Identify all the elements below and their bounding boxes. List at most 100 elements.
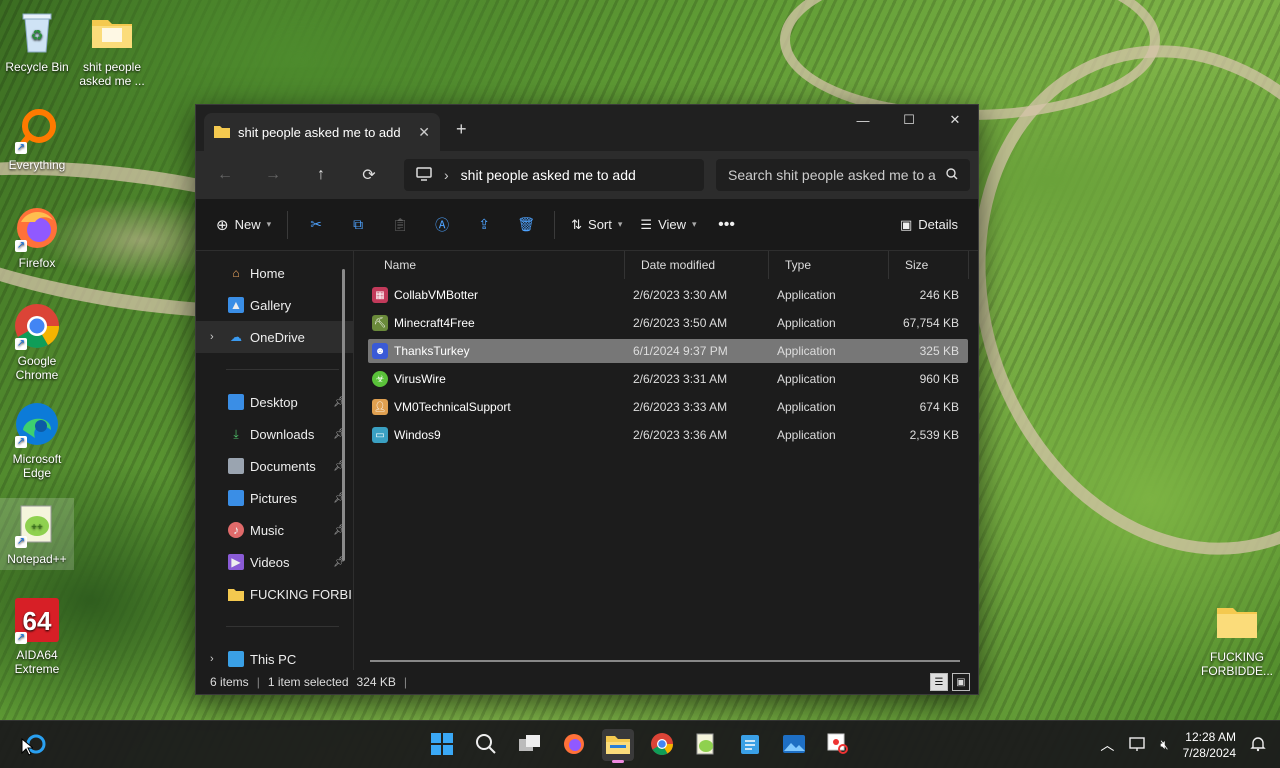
sidebar-item-pictures[interactable]: Pictures 📌︎ xyxy=(196,482,353,514)
task-view-button[interactable] xyxy=(514,729,546,761)
share-button[interactable]: ⇪ xyxy=(464,209,504,241)
toolbar-divider xyxy=(287,210,289,239)
chevron-right-icon[interactable]: › xyxy=(210,653,222,665)
more-options-button[interactable]: ••• xyxy=(707,209,747,241)
desktop-icon-chrome[interactable]: ↗ Google Chrome xyxy=(0,302,74,382)
tab-title: shit people asked me to add xyxy=(238,124,401,140)
svg-text:64: 64 xyxy=(23,606,52,636)
folder-icon xyxy=(1213,598,1261,646)
column-size[interactable]: Size xyxy=(889,250,969,279)
rename-button[interactable]: Ⓐ xyxy=(422,209,462,241)
details-view-button[interactable]: ☰ xyxy=(930,673,948,691)
status-bar: 6 items | 1 item selected 324 KB | ☰ ▣ xyxy=(196,670,978,694)
sidebar-item-downloads[interactable]: ⤓ Downloads 📌︎ xyxy=(196,418,353,450)
back-button[interactable]: ← xyxy=(204,159,246,191)
address-bar[interactable]: › shit people asked me to add xyxy=(404,159,704,191)
search-button[interactable] xyxy=(470,729,502,761)
notepad-plus-plus-icon xyxy=(695,732,717,759)
document-icon xyxy=(228,458,244,474)
minimize-button[interactable]: — xyxy=(840,105,886,135)
close-tab-icon[interactable]: ✕ xyxy=(418,124,430,141)
music-icon: ♪ xyxy=(228,522,244,538)
sidebar-item-gallery[interactable]: ▲ Gallery xyxy=(196,289,353,321)
search-input[interactable]: Search shit people asked me to a xyxy=(716,159,970,191)
close-button[interactable]: ✕ xyxy=(932,105,978,135)
sidebar-scrollbar[interactable] xyxy=(342,269,345,561)
taskbar: ︿ 🔇︎ 12:28 AM 7/28/2024 xyxy=(0,720,1280,768)
column-date-modified[interactable]: Date modified xyxy=(625,250,769,279)
table-row[interactable]: ▦ CollabVMBotter 2/6/2023 3:30 AM Applica… xyxy=(368,283,968,307)
item-count: 6 items xyxy=(210,675,249,689)
taskbar-firefox[interactable] xyxy=(558,729,590,761)
search-icon xyxy=(475,733,497,758)
up-button[interactable]: ↑ xyxy=(300,159,342,191)
desktop-icon-firefox[interactable]: ↗ Firefox xyxy=(0,204,74,270)
desktop-icon-aida64[interactable]: 64 ↗ AIDA64 Extreme xyxy=(0,596,74,676)
taskbar-chrome[interactable] xyxy=(646,729,678,761)
column-headers: Name Date modified Type Size xyxy=(368,250,978,279)
selection-count: 1 item selected xyxy=(267,675,349,689)
new-tab-button[interactable]: + xyxy=(456,119,467,140)
desktop-icon-edge[interactable]: ↗ Microsoft Edge xyxy=(0,400,74,480)
sidebar-divider xyxy=(226,626,339,627)
desktop-icon-notepadpp[interactable]: ++ ↗ Notepad++ xyxy=(0,498,74,570)
network-icon[interactable] xyxy=(1128,736,1146,755)
sidebar-item-home[interactable]: ⌂ Home xyxy=(196,257,353,289)
taskbar-photos[interactable] xyxy=(778,729,810,761)
table-row[interactable]: 👤︎ VM0TechnicalSupport 2/6/2023 3:33 AM A… xyxy=(368,395,968,419)
toolbar-divider xyxy=(554,210,556,239)
new-button[interactable]: ⊕ New ▾ xyxy=(208,209,279,241)
forward-button[interactable]: → xyxy=(252,159,294,191)
desktop-icon-folder[interactable]: shit people asked me ... xyxy=(75,8,149,88)
tiles-view-button[interactable]: ▣ xyxy=(952,673,970,691)
table-row[interactable]: ☻ ThanksTurkey 6/1/2024 9:37 PM Applicati… xyxy=(368,339,968,363)
sidebar-item-videos[interactable]: ▶ Videos 📌︎ xyxy=(196,546,353,578)
cut-button[interactable]: ✂ xyxy=(296,209,336,241)
command-bar: ⊕ New ▾ ✂ ⧉ 📋︎ Ⓐ ⇪ 🗑︎ ⇅ Sort ▾ ☰ View ▾ … xyxy=(196,199,978,251)
app-icon: ☻ xyxy=(372,343,388,359)
volume-muted-icon[interactable]: 🔇︎ xyxy=(1160,737,1168,753)
table-row[interactable]: ⛏ Minecraft4Free 2/6/2023 3:50 AM Applica… xyxy=(368,311,968,335)
view-lines-icon: ☰ xyxy=(640,216,653,232)
sidebar-item-desktop[interactable]: Desktop 📌︎ xyxy=(196,386,353,418)
taskbar-file-explorer[interactable] xyxy=(602,729,634,763)
refresh-button[interactable]: ⟳ xyxy=(348,159,390,191)
desktop-icon-forbidden-folder[interactable]: FUCKING FORBIDDE... xyxy=(1200,598,1274,678)
selection-size: 324 KB xyxy=(356,675,396,689)
sidebar-item-documents[interactable]: Documents 📌︎ xyxy=(196,450,353,482)
taskbar-notepadpp[interactable] xyxy=(690,729,722,761)
column-type[interactable]: Type xyxy=(769,250,889,279)
view-button[interactable]: ☰ View ▾ xyxy=(632,209,704,241)
table-row[interactable]: ☣ VirusWire 2/6/2023 3:31 AM Application … xyxy=(368,367,968,391)
sort-button[interactable]: ⇅ Sort ▾ xyxy=(563,209,630,241)
taskbar-notepad[interactable] xyxy=(734,729,766,761)
desktop-icon-recycle-bin[interactable]: ♻ Recycle Bin xyxy=(0,8,74,74)
chevron-up-icon[interactable]: ︿ xyxy=(1100,735,1114,755)
paste-button[interactable]: 📋︎ xyxy=(380,209,420,241)
chevron-down-icon: ▾ xyxy=(617,219,623,229)
delete-button[interactable]: 🗑︎ xyxy=(506,209,546,241)
table-row[interactable]: ▭ Windos9 2/6/2023 3:36 AM Application 2,… xyxy=(368,423,968,447)
explorer-tab[interactable]: shit people asked me to add ✕ xyxy=(204,113,440,151)
clock[interactable]: 12:28 AM 7/28/2024 xyxy=(1183,729,1236,761)
svg-text:++: ++ xyxy=(31,522,43,533)
sidebar-item-onedrive[interactable]: › ☁ OneDrive xyxy=(196,321,353,353)
app-icon: ⛏ xyxy=(372,315,388,331)
sort-icon: ⇅ xyxy=(571,216,583,232)
shortcut-arrow-icon: ↗ xyxy=(15,142,27,154)
copy-button[interactable]: ⧉ xyxy=(338,209,378,241)
horizontal-scrollbar[interactable] xyxy=(370,660,960,662)
column-name[interactable]: Name xyxy=(368,250,625,279)
sidebar-item-music[interactable]: ♪ Music 📌︎ xyxy=(196,514,353,546)
details-button[interactable]: ▣ Details xyxy=(892,209,966,241)
breadcrumb[interactable]: shit people asked me to add xyxy=(461,167,636,183)
notification-icon[interactable] xyxy=(1250,736,1266,755)
start-button[interactable] xyxy=(426,729,458,761)
sidebar-item-forbidden-folder[interactable]: FUCKING FORBI xyxy=(196,578,353,610)
taskbar-snipping-tool[interactable] xyxy=(822,729,854,761)
snipping-tool-icon xyxy=(826,732,850,759)
maximize-button[interactable]: ☐ xyxy=(886,105,932,135)
monitor-icon xyxy=(416,166,432,184)
desktop-icon-everything[interactable]: ↗ Everything xyxy=(0,106,74,172)
chevron-right-icon[interactable]: › xyxy=(210,331,222,343)
